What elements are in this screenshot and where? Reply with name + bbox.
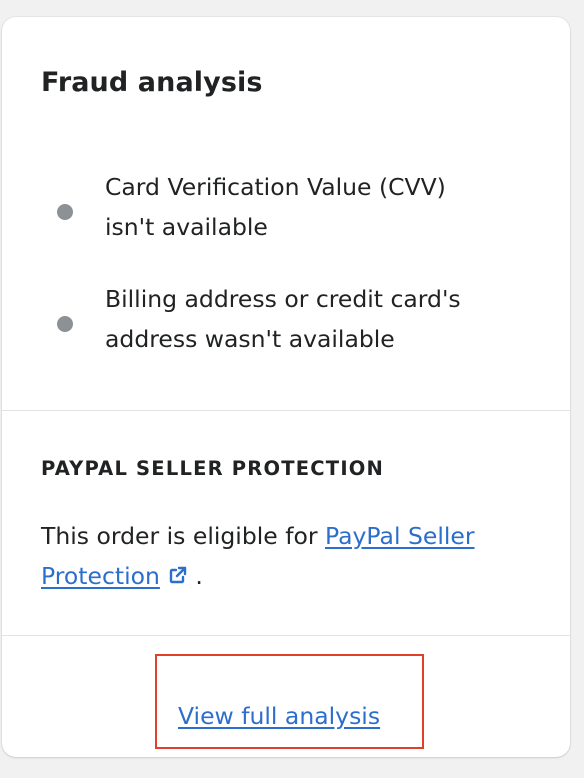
footer-divider — [2, 635, 570, 636]
card-title: Fraud analysis — [41, 67, 263, 98]
fraud-check-item-billing-address: Billing address or credit card's address… — [2, 279, 570, 369]
card-footer: View full analysis — [2, 637, 570, 757]
seller-protection-text: This order is eligible for — [41, 522, 325, 550]
fraud-check-text-line2: isn't available — [105, 213, 268, 241]
external-link-icon[interactable] — [168, 565, 188, 585]
fraud-check-text-line1: Card Verification Value (CVV) — [105, 173, 446, 201]
fraud-check-item-cvv: Card Verification Value (CVV) isn't avai… — [2, 167, 570, 257]
paypal-seller-protection-heading: PAYPAL SELLER PROTECTION — [41, 457, 385, 480]
fraud-check-text-line1: Billing address or credit card's — [105, 285, 461, 313]
fraud-analysis-card: Fraud analysis Card Verification Value (… — [2, 17, 570, 757]
bullet-dot-icon — [57, 316, 73, 332]
seller-protection-period: . — [187, 562, 203, 590]
bullet-dot-icon — [57, 204, 73, 220]
view-full-analysis-link[interactable]: View full analysis — [178, 698, 380, 734]
seller-protection-description: This order is eligible for PayPal Seller… — [41, 516, 541, 596]
section-divider — [2, 410, 570, 411]
fraud-check-text-line2: address wasn't available — [105, 325, 395, 353]
